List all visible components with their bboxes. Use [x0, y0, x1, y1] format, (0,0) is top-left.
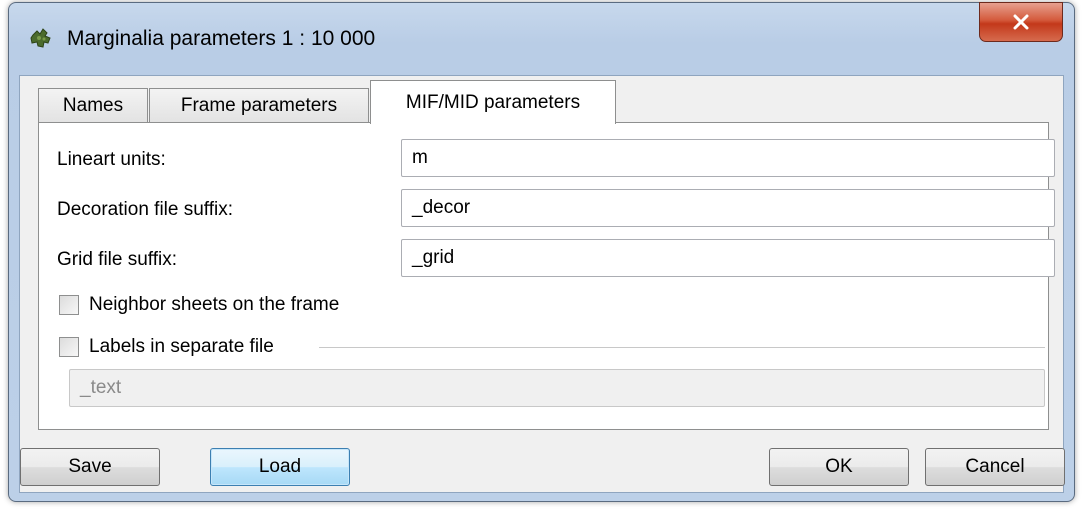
title-bar[interactable]: Marginalia parameters 1 : 10 000: [9, 2, 1074, 81]
mif-mid-panel: Lineart units: m Decoration file suffix:…: [38, 122, 1055, 430]
ok-button[interactable]: OK: [769, 448, 909, 486]
decoration-suffix-input[interactable]: _decor: [401, 189, 1055, 227]
lineart-units-input[interactable]: m: [401, 139, 1055, 177]
window-title: Marginalia parameters 1 : 10 000: [67, 27, 376, 50]
close-icon: [1013, 14, 1029, 30]
tab-mif-mid-parameters[interactable]: MIF/MID parameters: [370, 80, 616, 124]
load-button[interactable]: Load: [210, 448, 350, 486]
close-button[interactable]: [979, 2, 1063, 42]
labels-separate-checkbox[interactable]: [59, 337, 79, 357]
grid-suffix-input[interactable]: _grid: [401, 239, 1055, 277]
decoration-suffix-label: Decoration file suffix:: [57, 199, 234, 220]
neighbor-sheets-label[interactable]: Neighbor sheets on the frame: [89, 294, 339, 316]
save-button[interactable]: Save: [20, 448, 160, 486]
cancel-button[interactable]: Cancel: [925, 448, 1065, 486]
tab-frame-parameters[interactable]: Frame parameters: [149, 88, 369, 122]
labels-file-suffix-input[interactable]: _text: [69, 369, 1045, 407]
grid-suffix-label: Grid file suffix:: [57, 249, 178, 270]
tab-names[interactable]: Names: [38, 88, 148, 122]
puzzle-icon: [27, 25, 55, 53]
dialog-body: Names Frame parameters MIF/MID parameter…: [19, 75, 1065, 493]
dialog-window: Marginalia parameters 1 : 10 000 Names F…: [8, 2, 1075, 502]
lineart-units-label: Lineart units:: [57, 149, 166, 170]
group-divider: [319, 347, 1045, 349]
neighbor-sheets-checkbox[interactable]: [59, 295, 79, 315]
labels-separate-label[interactable]: Labels in separate file: [89, 336, 274, 358]
